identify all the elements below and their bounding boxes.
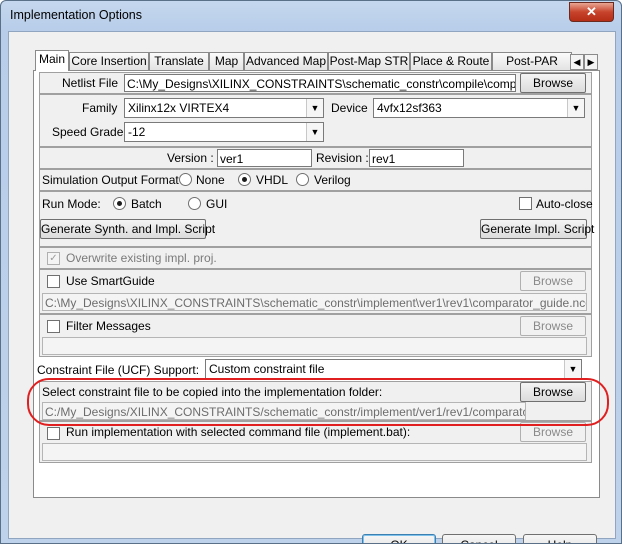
run-mode-label: Run Mode: bbox=[42, 197, 101, 211]
ucf-label: Constraint File (UCF) Support: bbox=[37, 363, 200, 377]
netlist-label: Netlist File bbox=[62, 76, 119, 90]
auto-close-label: Auto-close bbox=[536, 197, 593, 211]
sim-format-label: Simulation Output Format bbox=[42, 173, 179, 187]
device-section: Family Xilinx12x VIRTEX4 ▼ Device 4vfx12s… bbox=[39, 94, 592, 147]
close-button[interactable]: ✕ bbox=[569, 2, 614, 22]
run-batch-radio[interactable] bbox=[113, 197, 126, 210]
revision-label: Revision : bbox=[316, 151, 369, 165]
check-icon: ✓ bbox=[49, 253, 58, 264]
highlight-ellipse-annotation bbox=[27, 378, 609, 426]
tab-post-par-str[interactable]: Post-PAR STR bbox=[492, 52, 572, 85]
device-select[interactable]: 4vfx12sf363 ▼ bbox=[373, 98, 585, 118]
radio-dot bbox=[242, 177, 247, 182]
chevron-down-icon: ▼ bbox=[567, 99, 584, 117]
overwrite-section: ✓ Overwrite existing impl. proj. bbox=[39, 247, 592, 269]
speed-grade-value: -12 bbox=[128, 125, 146, 139]
speed-grade-label: Speed Grade bbox=[52, 125, 124, 139]
main-tab-panel: Netlist File C:\My_Designs\XILINX_CONSTR… bbox=[33, 70, 600, 498]
sim-vhdl-radio[interactable] bbox=[238, 173, 251, 186]
ok-button[interactable]: OK bbox=[362, 534, 436, 543]
sim-none-radio[interactable] bbox=[179, 173, 192, 186]
overwrite-label: Overwrite existing impl. proj. bbox=[66, 251, 217, 265]
family-select[interactable]: Xilinx12x VIRTEX4 ▼ bbox=[124, 98, 324, 118]
tab-advanced-map[interactable]: Advanced Map bbox=[244, 52, 328, 70]
run-batch-label: Batch bbox=[131, 197, 162, 211]
implementation-options-window: Implementation Options ✕ Main Core Inser… bbox=[0, 0, 622, 544]
tab-map[interactable]: Map bbox=[209, 52, 244, 70]
command-file-path-field[interactable] bbox=[42, 443, 587, 461]
help-button[interactable]: Help bbox=[523, 534, 597, 543]
overwrite-checkbox[interactable]: ✓ bbox=[47, 252, 60, 265]
command-file-checkbox[interactable] bbox=[47, 427, 60, 440]
chevron-down-icon: ▼ bbox=[306, 123, 323, 141]
generate-impl-script-button[interactable]: Generate Impl. Script bbox=[480, 219, 594, 239]
netlist-section: Netlist File C:\My_Designs\XILINX_CONSTR… bbox=[39, 72, 592, 94]
tab-core-insertion[interactable]: Core Insertion bbox=[69, 52, 149, 70]
version-section: Version : ver1 Revision : rev1 bbox=[39, 147, 592, 169]
ucf-select[interactable]: Custom constraint file ▼ bbox=[205, 359, 582, 379]
version-field[interactable]: ver1 bbox=[217, 149, 312, 167]
netlist-path-field[interactable]: C:\My_Designs\XILINX_CONSTRAINTS\schemat… bbox=[124, 74, 516, 92]
tab-translate[interactable]: Translate bbox=[149, 52, 209, 70]
filter-section: Filter Messages Browse bbox=[39, 314, 592, 357]
auto-close-checkbox[interactable] bbox=[519, 197, 532, 210]
device-label: Device bbox=[331, 101, 368, 115]
dialog-client-area: Main Core Insertion Translate Map Advanc… bbox=[8, 31, 616, 543]
run-mode-section: Run Mode: Batch GUI Auto-close Generate … bbox=[39, 191, 594, 247]
chevron-down-icon: ▼ bbox=[564, 360, 581, 378]
filter-browse-button[interactable]: Browse bbox=[520, 316, 586, 336]
command-file-label: Run implementation with selected command… bbox=[66, 425, 411, 439]
tab-scroll-right-icon[interactable]: ▶ bbox=[584, 54, 598, 70]
smartguide-label: Use SmartGuide bbox=[66, 274, 155, 288]
filter-label: Filter Messages bbox=[66, 319, 151, 333]
command-file-section: Run implementation with selected command… bbox=[39, 421, 592, 463]
chevron-down-icon: ▼ bbox=[306, 99, 323, 117]
tab-main[interactable]: Main bbox=[35, 50, 69, 71]
device-value: 4vfx12sf363 bbox=[377, 101, 442, 115]
ucf-value: Custom constraint file bbox=[209, 362, 325, 376]
sim-verilog-label: Verilog bbox=[314, 173, 351, 187]
smartguide-checkbox[interactable] bbox=[47, 275, 60, 288]
smartguide-browse-button[interactable]: Browse bbox=[520, 271, 586, 291]
tab-place-route[interactable]: Place & Route bbox=[410, 52, 492, 70]
smartguide-path-field[interactable]: C:\My_Designs\XILINX_CONSTRAINTS\schemat… bbox=[42, 293, 587, 311]
revision-field[interactable]: rev1 bbox=[369, 149, 464, 167]
title-bar[interactable]: Implementation Options ✕ bbox=[1, 1, 621, 31]
speed-grade-select[interactable]: -12 ▼ bbox=[124, 122, 324, 142]
family-value: Xilinx12x VIRTEX4 bbox=[128, 101, 230, 115]
family-label: Family bbox=[82, 101, 118, 115]
version-label: Version : bbox=[167, 151, 214, 165]
tab-scroll-left-icon[interactable]: ◀ bbox=[570, 54, 584, 70]
generate-synth-impl-script-button[interactable]: Generate Synth. and Impl. Script bbox=[40, 219, 215, 239]
close-icon: ✕ bbox=[586, 4, 597, 19]
sim-verilog-radio[interactable] bbox=[296, 173, 309, 186]
window-title: Implementation Options bbox=[10, 8, 143, 22]
sim-none-label: None bbox=[196, 173, 225, 187]
smartguide-section: Use SmartGuide Browse C:\My_Designs\XILI… bbox=[39, 269, 592, 314]
sim-vhdl-label: VHDL bbox=[256, 173, 289, 187]
run-gui-label: GUI bbox=[206, 197, 228, 211]
filter-path-field[interactable] bbox=[42, 337, 587, 355]
cancel-button[interactable]: Cancel bbox=[442, 534, 516, 543]
filter-checkbox[interactable] bbox=[47, 320, 60, 333]
run-gui-radio[interactable] bbox=[188, 197, 201, 210]
sim-format-section: Simulation Output Format None VHDL Veril… bbox=[39, 169, 592, 191]
netlist-browse-button[interactable]: Browse bbox=[520, 73, 586, 93]
radio-dot bbox=[117, 201, 122, 206]
tab-post-map-str[interactable]: Post-Map STR bbox=[328, 52, 410, 70]
